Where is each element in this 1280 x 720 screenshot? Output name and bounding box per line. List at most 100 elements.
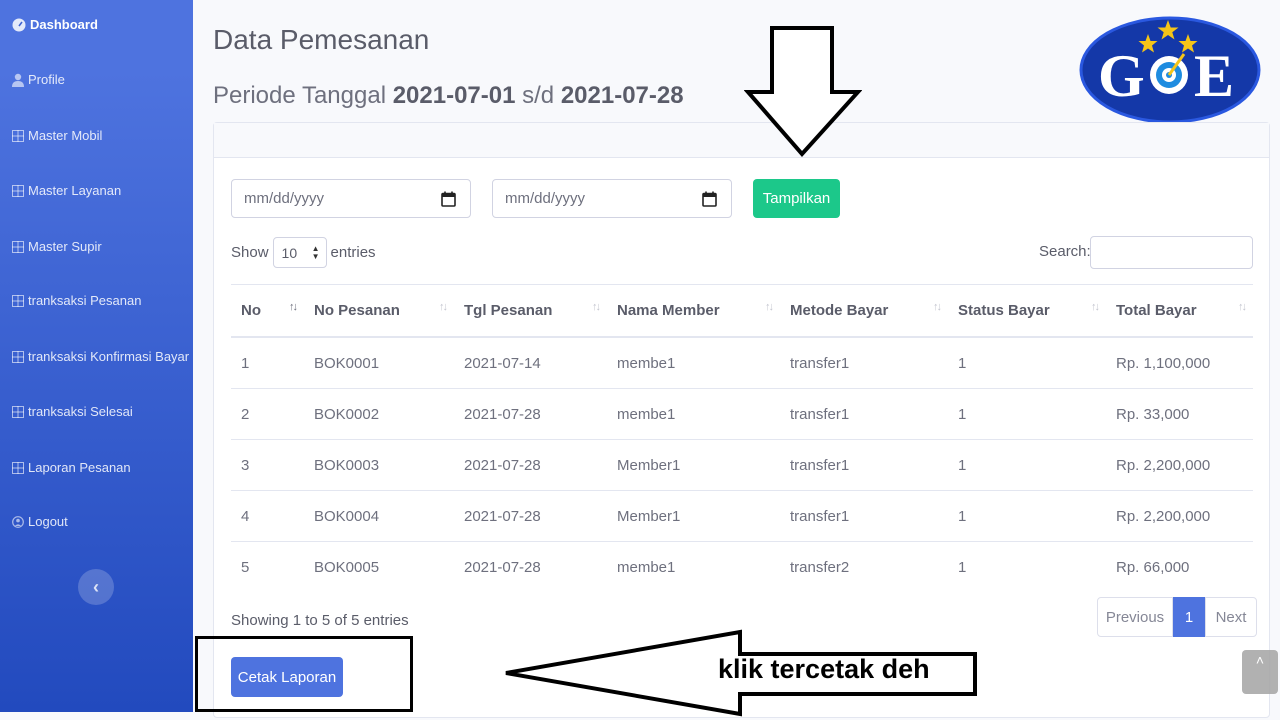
table-icon [12,461,24,474]
sidebar-item-label: Profile [28,72,65,87]
column-header-status-bayar[interactable]: Status Bayar ↑↓ [948,284,1106,338]
period-separator: s/d [522,82,555,109]
down-arrow-annotation [744,26,862,158]
cell-no: 1 [231,337,304,389]
cell-no-pesanan: BOK0004 [304,490,454,542]
cell-total-bayar: Rp. 33,000 [1106,388,1253,440]
sort-icon: ↑↓ [1238,301,1247,313]
period-end: 2021-07-28 [560,82,684,109]
column-header-no-pesanan[interactable]: No Pesanan ↑↓ [304,284,454,338]
cell-no-pesanan: BOK0005 [314,558,380,576]
sidebar-item-profile[interactable]: Profile [12,72,65,87]
cell-no-pesanan: BOK0001 [304,337,454,389]
sort-asc-icon: ↑↓ [289,301,298,313]
sort-updown-icon: ▲ ▼ [311,243,320,261]
end-date-placeholder: mm/dd/yyyy [505,190,586,207]
column-header-no[interactable]: No ↑↓ [231,284,304,338]
logo-letter-left: G [1098,43,1145,109]
annotation-label: klik tercetak deh [718,654,930,684]
page-1-button[interactable]: 1 [1173,597,1205,637]
next-page-button[interactable]: Next [1205,597,1257,637]
table-icon [12,294,24,307]
sidebar: Dashboard Profile Master Mobil Master La… [0,0,193,712]
column-header-total-bayar[interactable]: Total Bayar ↑↓ [1106,284,1253,338]
sidebar-item-label: Master Layanan [28,183,122,198]
end-date-input[interactable]: mm/dd/yyyy [492,179,732,218]
table-row: 5 BOK0005 2021-07-28 membe1 transfer2 1 … [231,542,1253,593]
cell-total-bayar: Rp. 1,100,000 [1106,337,1253,389]
chevron-left-icon: ‹ [93,576,99,597]
period-label: Periode Tanggal [213,82,387,109]
sidebar-item-dashboard[interactable]: Dashboard [12,17,98,32]
entries-value: 10 [281,244,298,261]
column-header-label: No [241,302,261,319]
sidebar-item-transaksi-pesanan[interactable]: tranksaksi Pesanan [12,293,141,308]
start-date-input[interactable]: mm/dd/yyyy [231,179,471,218]
column-header-label: Status Bayar [958,302,1050,319]
table-icon [12,184,24,197]
scroll-to-top-button[interactable]: ˄ [1242,650,1278,694]
cell-nama-member: membe1 [617,558,676,576]
sidebar-item-laporan-pesanan[interactable]: Laporan Pesanan [12,460,131,475]
cell-tgl-pesanan: 2021-07-28 [454,439,607,491]
sidebar-item-master-mobil[interactable]: Master Mobil [12,128,102,143]
sidebar-item-label: tranksaksi Konfirmasi Bayar [28,349,190,364]
sidebar-item-transaksi-konfirmasi-bayar[interactable]: tranksaksi Konfirmasi Bayar [12,349,189,364]
sidebar-item-transaksi-selesai[interactable]: tranksaksi Selesai [12,404,133,419]
cell-metode-bayar: transfer1 [780,439,948,491]
table-header-row: No ↑↓ No Pesanan ↑↓ Tgl Pesanan ↑↓ Nama Mem… [231,284,1253,338]
pagination: Previous 1 Next [1097,597,1257,637]
cell-metode-bayar: transfer1 [780,337,948,389]
table-icon [12,240,24,253]
cell-nama-member: membe1 [607,337,780,389]
table-info: Showing 1 to 5 of 5 entries [231,612,409,629]
tachometer-icon [12,18,26,31]
cell-no: 2 [231,388,304,440]
show-label: Show [231,244,269,261]
sidebar-item-label: Master Supir [28,239,102,254]
show-button[interactable]: Tampilkan [753,179,840,218]
search-label: Search: [1039,243,1091,260]
sidebar-item-label: Logout [28,514,68,529]
table-icon [12,350,24,363]
sort-icon: ↑↓ [933,301,942,313]
cell-metode-bayar: transfer1 [780,388,948,440]
sidebar-item-label: tranksaksi Pesanan [28,293,142,308]
cell-no: 4 [231,490,304,542]
column-header-label: Metode Bayar [790,302,889,319]
cell-status-bayar: 1 [958,558,967,576]
cell-no-pesanan: BOK0003 [304,439,454,491]
entries-select[interactable]: 10 ▲ ▼ [272,237,327,268]
sidebar-toggle-button[interactable]: ‹ [78,569,114,605]
sidebar-item-master-layanan[interactable]: Master Layanan [12,183,121,198]
column-header-label: Total Bayar [1116,302,1197,319]
calendar-icon [702,191,717,207]
page-title: Data Pemesanan [213,24,430,55]
sidebar-item-master-supir[interactable]: Master Supir [12,239,102,254]
chevron-up-icon: ˄ [1255,652,1265,668]
column-header-nama-member[interactable]: Nama Member ↑↓ [607,284,780,338]
period-heading: Periode Tanggal 2021-07-01 s/d 2021-07-2… [213,82,684,110]
entries-label: entries [330,244,376,261]
logout-icon [12,515,24,528]
cell-status-bayar: 1 [948,490,1106,542]
cell-no-pesanan: BOK0002 [304,388,454,440]
previous-page-button[interactable]: Previous [1097,597,1173,637]
column-header-metode-bayar[interactable]: Metode Bayar ↑↓ [780,284,948,338]
calendar-icon [441,191,456,207]
table-row: 1 BOK0001 2021-07-14 membe1 transfer1 1 … [231,337,1253,389]
table-row: 2 BOK0002 2021-07-28 membe1 transfer1 1 … [231,388,1253,440]
table-row: 4 BOK0004 2021-07-28 Member1 transfer1 1… [231,490,1253,542]
cell-tgl-pesanan: 2021-07-14 [454,337,607,389]
annotation-highlight-box [195,636,413,712]
column-header-label: Nama Member [617,302,720,319]
cell-nama-member: Member1 [607,490,780,542]
sort-icon: ↑↓ [439,301,448,313]
cell-nama-member: membe1 [607,388,780,440]
cell-total-bayar: Rp. 66,000 [1116,558,1190,576]
sidebar-item-logout[interactable]: Logout [12,514,68,529]
search-input[interactable] [1090,236,1253,269]
cell-metode-bayar: transfer1 [780,490,948,542]
column-header-tgl-pesanan[interactable]: Tgl Pesanan ↑↓ [454,284,607,338]
column-header-label: Tgl Pesanan [464,302,553,319]
